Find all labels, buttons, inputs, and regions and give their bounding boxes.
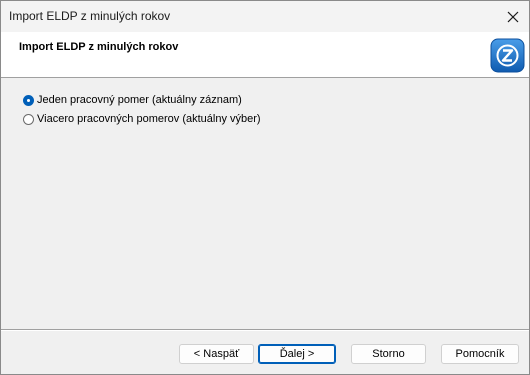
close-icon [507, 11, 519, 22]
back-button[interactable]: < Naspäť [179, 344, 254, 364]
header-title: Import ELDP z minulých rokov [19, 41, 179, 53]
app-logo-icon [490, 38, 525, 73]
cancel-button[interactable]: Storno [351, 344, 426, 364]
radio-single-employment[interactable]: Jeden pracovný pomer (aktuálny záznam) [23, 94, 242, 106]
radio-checked-icon[interactable] [23, 94, 34, 106]
next-button-label: Ďalej > [279, 348, 315, 360]
footer-divider [1, 329, 529, 331]
radio-unchecked-icon[interactable] [23, 113, 34, 125]
back-button-label: < Naspäť [193, 348, 240, 360]
radio-label-single: Jeden pracovný pomer (aktuálny záznam) [37, 94, 242, 106]
radio-label-multiple: Viacero pracovných pomerov (aktuálny výb… [37, 113, 261, 125]
help-button-label: Pomocník [455, 348, 505, 360]
cancel-button-label: Storno [372, 348, 405, 360]
wizard-header: Import ELDP z minulých rokov [1, 32, 529, 78]
title-bar[interactable]: Import ELDP z minulých rokov [1, 1, 529, 32]
help-button[interactable]: Pomocník [441, 344, 519, 364]
window-title: Import ELDP z minulých rokov [9, 9, 171, 23]
wizard-dialog: Import ELDP z minulých rokov Import ELDP… [0, 0, 530, 375]
next-button[interactable]: Ďalej > [258, 344, 336, 364]
radio-multiple-employments[interactable]: Viacero pracovných pomerov (aktuálny výb… [23, 113, 261, 125]
close-button[interactable] [497, 1, 529, 32]
wizard-content: Jeden pracovný pomer (aktuálny záznam) V… [1, 78, 529, 329]
